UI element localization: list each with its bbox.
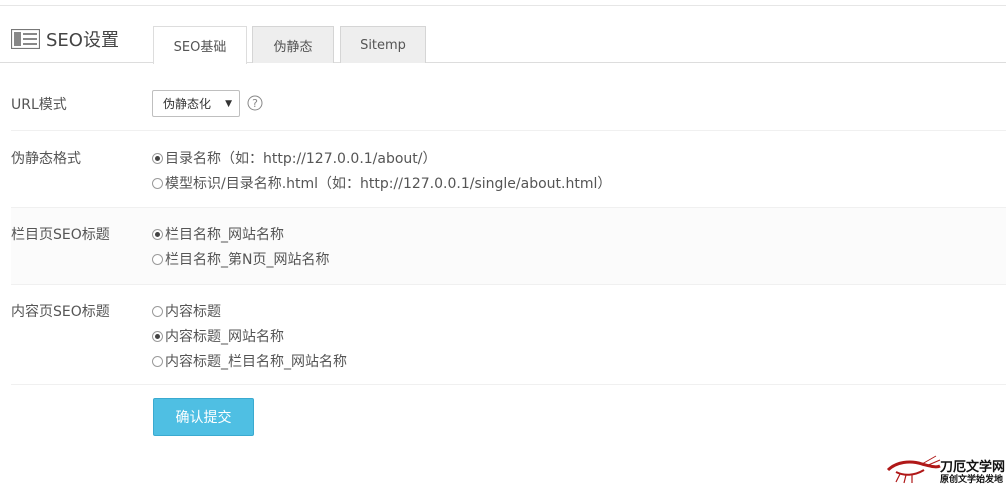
- shrimp-logo-icon: [886, 455, 941, 484]
- page-title: SEO设置: [46, 30, 119, 51]
- option-label: 内容标题_栏目名称_网站名称: [165, 354, 347, 370]
- radio-unchecked[interactable]: [152, 177, 163, 189]
- tab-sitemap[interactable]: Sitemp: [340, 26, 426, 63]
- url-mode-selected-value: 伪静态化: [163, 97, 212, 111]
- option-label: 栏目名称_网站名称: [165, 227, 284, 243]
- radio-unchecked[interactable]: [152, 305, 163, 317]
- page-header: SEO设置 SEO基础 伪静态 Sitemp: [0, 26, 1006, 64]
- content-seo-title-label: 内容页SEO标题: [11, 304, 110, 320]
- radio-checked[interactable]: [152, 228, 163, 240]
- submit-button[interactable]: 确认提交: [153, 398, 254, 436]
- page-title-group: SEO设置: [11, 26, 119, 52]
- radio-checked[interactable]: [152, 152, 163, 164]
- option-label: 模型标识/目录名称.html（如：http://127.0.0.1/single…: [165, 176, 612, 192]
- url-mode-label: URL模式: [11, 97, 67, 113]
- content-seo-option-2[interactable]: 内容标题_网站名称: [152, 326, 284, 346]
- newspaper-icon: [11, 29, 40, 49]
- radio-unchecked[interactable]: [152, 253, 163, 265]
- radio-checked[interactable]: [152, 330, 163, 342]
- question-circle-icon[interactable]: ?: [247, 95, 263, 111]
- content-seo-option-1[interactable]: 内容标题: [152, 301, 221, 321]
- option-label: 栏目名称_第N页_网站名称: [165, 252, 330, 268]
- option-label: 目录名称（如：http://127.0.0.1/about/）: [165, 151, 437, 167]
- option-label: 内容标题: [165, 304, 221, 320]
- static-format-label: 伪静态格式: [11, 151, 81, 167]
- chevron-down-icon: ▼: [225, 99, 232, 109]
- column-seo-option-2[interactable]: 栏目名称_第N页_网站名称: [152, 249, 329, 269]
- url-mode-select[interactable]: 伪静态化 ▼: [152, 90, 240, 117]
- watermark-logo: 刀厄文学网 原创文学始发地: [886, 454, 1006, 485]
- content-seo-title-row: 内容页SEO标题 内容标题 内容标题_网站名称 内容标题_栏目名称_网站名称: [11, 285, 1006, 385]
- static-format-row: 伪静态格式 目录名称（如：http://127.0.0.1/about/） 模型…: [11, 131, 1006, 208]
- column-seo-title-row: 栏目页SEO标题 栏目名称_网站名称 栏目名称_第N页_网站名称: [11, 208, 1006, 285]
- static-format-option-directory[interactable]: 目录名称（如：http://127.0.0.1/about/）: [152, 148, 437, 168]
- tab-pseudo-static[interactable]: 伪静态: [252, 26, 334, 63]
- tab-seo-basic[interactable]: SEO基础: [153, 26, 247, 64]
- radio-unchecked[interactable]: [152, 355, 163, 367]
- url-mode-row: URL模式 伪静态化 ▼ ?: [11, 77, 1006, 131]
- content-seo-option-3[interactable]: 内容标题_栏目名称_网站名称: [152, 351, 347, 371]
- static-format-option-model-html[interactable]: 模型标识/目录名称.html（如：http://127.0.0.1/single…: [152, 173, 611, 193]
- svg-text:?: ?: [252, 97, 258, 110]
- watermark-subtitle: 原创文学始发地: [940, 475, 1004, 485]
- option-label: 内容标题_网站名称: [165, 329, 284, 345]
- top-divider: [0, 0, 1006, 6]
- column-seo-option-1[interactable]: 栏目名称_网站名称: [152, 224, 284, 244]
- column-seo-title-label: 栏目页SEO标题: [11, 227, 110, 243]
